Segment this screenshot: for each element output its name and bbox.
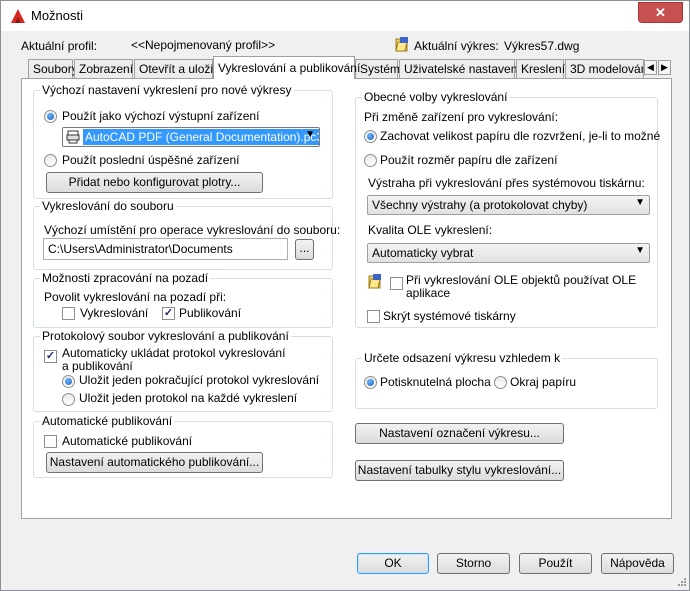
plotter-icon (66, 130, 80, 144)
default-device-select[interactable]: AutoCAD PDF (General Documentation).pc3 … (62, 127, 320, 147)
use-device-paper-label: Použít rozměr papíru dle zařízení (380, 153, 558, 167)
auto-save-log-checkbox[interactable]: ✓ (44, 350, 57, 363)
use-device-paper-radio[interactable] (364, 154, 377, 167)
auto-publish-checkbox[interactable] (44, 435, 57, 448)
log-file-title: Protokolový soubor vykreslování a publik… (40, 329, 291, 343)
background-publishing-label: Publikování (179, 306, 242, 320)
use-default-device-radio[interactable] (44, 110, 57, 123)
cancel-button[interactable]: Storno (437, 553, 510, 574)
background-plotting-checkbox[interactable] (62, 307, 75, 320)
system-printer-alert-value: Všechny výstrahy (a protokolovat chyby) (372, 198, 588, 212)
autocad-logo-icon (11, 9, 25, 23)
ole-app-label: Při vykreslování OLE objektů používat OL… (406, 273, 637, 300)
tab-scroll-right-button[interactable]: ▶ (658, 60, 671, 75)
background-processing-title: Možnosti zpracování na pozadí (40, 271, 211, 285)
one-log-per-plot-label: Uložit jeden protokol na každé vykreslen… (79, 391, 298, 405)
tab-system[interactable]: Systém (355, 59, 400, 78)
auto-publish-label: Automatické publikování (62, 434, 193, 448)
tab-kresleni[interactable]: Kreslení (516, 59, 565, 78)
one-log-per-plot-radio[interactable] (62, 393, 75, 406)
tab-zobrazeni[interactable]: Zobrazení (74, 59, 133, 78)
hide-system-printers-label: Skrýt systémové tiskárny (383, 309, 516, 323)
tab-panel: Výchozí nastavení vykreslení pro nové vý… (21, 78, 672, 519)
current-drawing-label: Aktuální výkres: (414, 39, 499, 53)
chevron-down-icon: ▼ (635, 245, 645, 256)
system-printer-alert-label: Výstraha při vykreslování přes systémovo… (368, 176, 645, 190)
ole-quality-value: Automaticky vybrat (372, 246, 474, 260)
tab-uzivatelske-nastaveni[interactable]: Uživatelské nastavení (399, 59, 521, 78)
default-output-title: Výchozí nastavení vykreslení pro nové vý… (40, 83, 294, 97)
plot-to-file-location-label: Výchozí umístění pro operace vykreslován… (44, 223, 341, 237)
general-plot-options-title: Obecné volby vykreslování (362, 90, 510, 104)
keep-layout-paper-radio[interactable] (364, 130, 377, 143)
plot-style-table-settings-button[interactable]: Nastavení tabulky stylu vykreslování... (355, 460, 564, 481)
tab-otevrit-a-ulozit[interactable]: Otevřít a uložit (134, 59, 216, 78)
auto-publish-settings-button[interactable]: Nastavení automatického publikování... (46, 452, 263, 473)
background-publishing-checkbox[interactable]: ✓ (162, 307, 175, 320)
keep-layout-paper-label: Zachovat velikost papíru dle rozvržení, … (380, 129, 661, 143)
drawing-file-icon (395, 37, 408, 52)
printable-area-radio[interactable] (364, 376, 377, 389)
tab-vykreslovani-a-publikovani[interactable]: Vykreslování a publikování (213, 56, 360, 79)
paper-edge-radio[interactable] (494, 376, 507, 389)
ole-app-checkbox[interactable] (390, 277, 403, 290)
auto-publish-title: Automatické publikování (40, 414, 175, 428)
ole-quality-label: Kvalita OLE vykreslení: (368, 223, 493, 237)
one-continuous-log-label: Uložit jeden pokračující protokol vykres… (79, 373, 320, 387)
default-device-value: AutoCAD PDF (General Documentation).pc3 (83, 129, 319, 145)
resize-grip-icon[interactable] (677, 577, 687, 587)
auto-save-log-label: Automaticky ukládat protokol vykreslován… (62, 346, 286, 373)
ole-quality-select[interactable]: Automaticky vybrat ▼ (367, 243, 650, 263)
device-change-label: Při změně zařízení pro vykreslování: (364, 110, 559, 124)
dialog-client: Aktuální profil: <<Nepojmenovaný profil>… (1, 31, 689, 590)
plot-to-file-title: Vykreslování do souboru (40, 199, 176, 213)
tab-scroll-left-button[interactable]: ◀ (644, 60, 657, 75)
drawing-file-icon (368, 274, 381, 289)
current-drawing-value: Výkres57.dwg (504, 39, 580, 53)
background-plotting-label: Vykreslování (80, 306, 149, 320)
system-printer-alert-select[interactable]: Všechny výstrahy (a protokolovat chyby) … (367, 195, 650, 215)
use-default-device-label: Použít jako výchozí výstupní zařízení (62, 109, 260, 123)
chevron-down-icon: ▼ (635, 197, 645, 208)
one-continuous-log-radio[interactable] (62, 375, 75, 388)
close-button[interactable]: ✕ (638, 2, 683, 23)
use-last-device-radio[interactable] (44, 154, 57, 167)
help-button[interactable]: Nápověda (601, 553, 674, 574)
use-last-device-label: Použít poslední úspěšné zařízení (62, 153, 240, 167)
title-bar: Možnosti ✕ (1, 1, 689, 31)
tab-soubory[interactable]: Soubory (28, 59, 78, 78)
plot-stamp-settings-button[interactable]: Nastavení označení výkresu... (355, 423, 564, 444)
ok-button[interactable]: OK (357, 553, 429, 574)
current-profile-value: <<Nepojmenovaný profil>> (131, 38, 276, 52)
plot-to-file-path-input[interactable]: C:\Users\Administrator\Documents (43, 238, 288, 260)
window-title: Možnosti (31, 8, 84, 23)
hide-system-printers-checkbox[interactable] (367, 310, 380, 323)
chevron-down-icon: ▼ (305, 129, 315, 140)
browse-button[interactable]: ... (295, 239, 314, 260)
background-enable-label: Povolit vykreslování na pozadí při: (44, 290, 227, 304)
plot-offset-title: Určete odsazení výkresu vzhledem k (362, 351, 563, 365)
apply-button[interactable]: Použít (519, 553, 592, 574)
tab-3d-modelovani[interactable]: 3D modelování (565, 59, 644, 78)
printable-area-label: Potisknutelná plocha (380, 375, 491, 389)
paper-edge-label: Okraj papíru (510, 375, 577, 389)
add-configure-plotters-button[interactable]: Přidat nebo konfigurovat plotry... (46, 172, 263, 193)
current-profile-label: Aktuální profil: (21, 39, 98, 53)
options-dialog: Možnosti ✕ Aktuální profil: <<Nepojmenov… (0, 0, 690, 591)
